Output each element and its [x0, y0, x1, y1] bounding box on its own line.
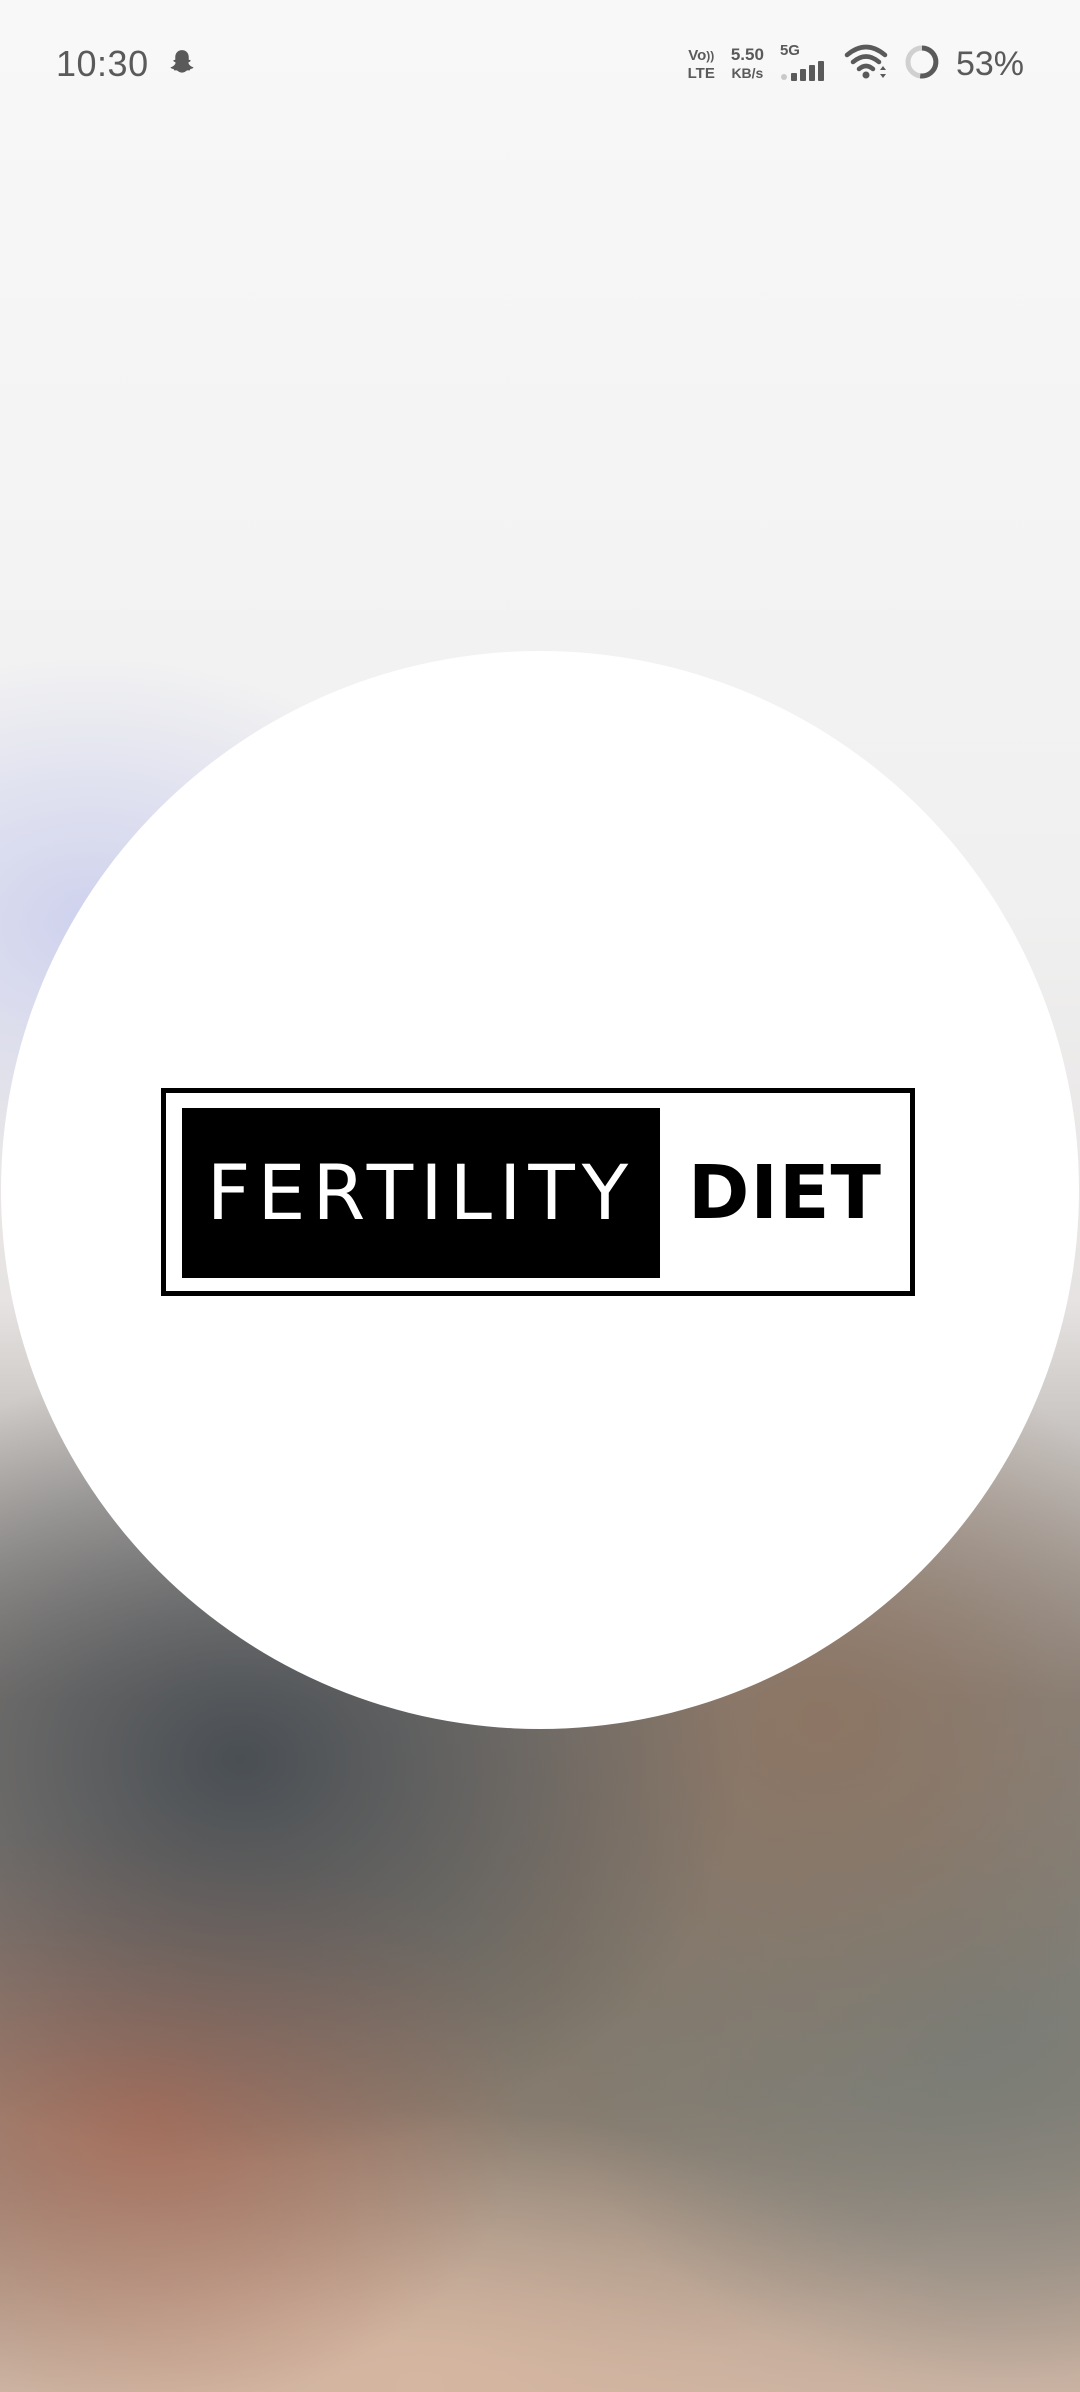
network-speed: 5.50 KB/s	[731, 45, 764, 83]
network-type-label: 5G	[779, 41, 800, 59]
volte-bottom-label: LTE	[687, 64, 715, 82]
signal-bars-icon	[780, 60, 828, 86]
battery-ring-icon	[904, 44, 940, 85]
battery-percent: 53%	[955, 44, 1024, 83]
logo-word-fertility: FERTILITY	[206, 1148, 636, 1237]
cellular-signal: 5G	[779, 41, 828, 86]
network-speed-unit: KB/s	[731, 65, 764, 81]
logo-word-diet: DIET	[688, 1150, 882, 1236]
status-time: 10:30	[56, 43, 149, 84]
status-left: 10:30	[56, 38, 197, 90]
logo-black-block: FERTILITY	[182, 1108, 660, 1278]
status-right: Vo)) LTE 5.50 KB/s 5G 53%	[688, 38, 1024, 90]
wifi-icon	[844, 42, 888, 87]
status-bar: 10:30 Vo)) LTE 5.50 KB/s 5G 53%	[0, 0, 1080, 130]
snapchat-ghost-icon	[167, 47, 197, 82]
network-speed-value: 5.50	[730, 45, 764, 64]
volte-top-label: Vo))	[688, 46, 715, 64]
app-logo: FERTILITY DIET	[161, 1088, 915, 1296]
volte-indicator: Vo)) LTE	[688, 47, 715, 82]
